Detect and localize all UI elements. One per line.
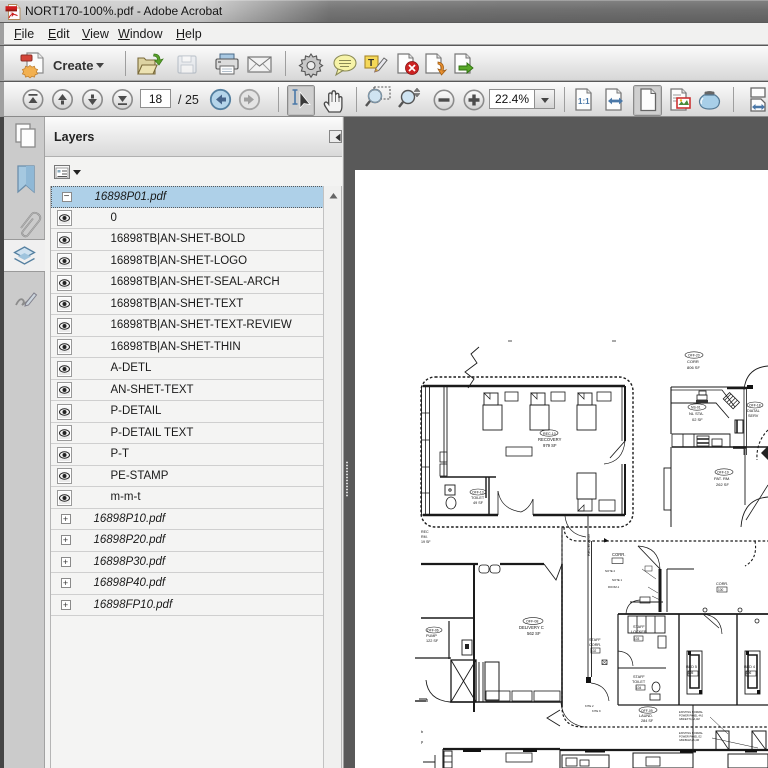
svg-text:BED 4: BED 4 [744, 665, 755, 669]
svg-text:ROOM-1: ROOM-1 [608, 585, 620, 589]
svg-text:POWER PANEL E2: POWER PANEL E2 [679, 735, 702, 739]
svg-text:BED 5: BED 5 [686, 665, 697, 669]
svg-text:104: 104 [636, 686, 642, 690]
svg-text:49 SF: 49 SF [473, 501, 484, 505]
svg-text:STAFF: STAFF [589, 638, 601, 642]
svg-text:100: 100 [718, 588, 724, 592]
svg-text:106: 106 [746, 671, 752, 675]
svg-text:OFF-18: OFF-18 [749, 404, 761, 408]
svg-text:OFF-19: OFF-19 [717, 471, 729, 475]
svg-text:OFF-13: OFF-13 [472, 491, 484, 495]
svg-text:STAFF: STAFF [633, 675, 645, 679]
svg-text:TOILET: TOILET [471, 496, 485, 500]
svg-text:GB2/EXT4,2A,4M: GB2/EXT4,2A,4M [679, 717, 700, 721]
svg-text:OFF-20: OFF-20 [688, 354, 700, 358]
svg-text:OFF-06: OFF-06 [427, 629, 439, 633]
svg-text:PUMP: PUMP [426, 634, 437, 638]
svg-text:STAFF: STAFF [633, 625, 645, 629]
svg-text:562 SF: 562 SF [527, 631, 541, 636]
svg-text:CORR.: CORR. [612, 552, 626, 557]
svg-text:19 SF: 19 SF [421, 540, 431, 544]
svg-text:RECEIVING: RECEIVING [586, 534, 591, 556]
svg-text:POWER PANEL 4A2: POWER PANEL 4A2 [679, 714, 704, 718]
svg-text:LAUND.: LAUND. [639, 714, 653, 718]
svg-text:103: 103 [634, 637, 640, 641]
svg-text:1:1: 1:1 [578, 97, 590, 106]
svg-text:262 SF: 262 SF [716, 482, 729, 487]
svg-text:p: p [421, 739, 424, 744]
svg-text:979 SF: 979 SF [543, 443, 557, 448]
svg-text:SERV: SERV [748, 414, 759, 418]
svg-text:NL STA.: NL STA. [689, 411, 704, 416]
svg-text:105: 105 [688, 671, 694, 675]
svg-text:OFF-09: OFF-09 [641, 709, 653, 713]
svg-text:PAT. RM.: PAT. RM. [714, 476, 730, 481]
svg-text:DELIVERY C: DELIVERY C [519, 625, 544, 630]
svg-text:02 SF: 02 SF [692, 417, 703, 422]
svg-text:RM.: RM. [421, 535, 428, 539]
svg-text:OFF-08: OFF-08 [526, 620, 538, 624]
svg-text:806 SF: 806 SF [687, 365, 700, 370]
svg-text:DIATAL: DIATAL [747, 409, 760, 413]
svg-text:KITE 9: KITE 9 [592, 709, 601, 713]
svg-text:T: T [368, 58, 374, 69]
svg-text:102: 102 [591, 649, 597, 653]
svg-text:TOILET: TOILET [632, 680, 646, 684]
svg-text:b: b [421, 729, 424, 734]
svg-text:REC-10: REC-10 [543, 432, 556, 436]
svg-text:NOTE 1: NOTE 1 [612, 578, 623, 582]
svg-text:122 SF: 122 SF [426, 639, 439, 643]
svg-text:REC: REC [421, 530, 429, 534]
svg-text:CORR.: CORR. [716, 582, 728, 586]
svg-text:EXISTING NORMAL: EXISTING NORMAL [679, 731, 703, 735]
svg-text:EXISTING NORMAL: EXISTING NORMAL [679, 710, 703, 714]
svg-text:284 SF: 284 SF [641, 719, 654, 723]
svg-text:NS-01: NS-01 [691, 406, 701, 410]
svg-text:NOTE 2: NOTE 2 [605, 569, 616, 573]
svg-text:CORR: CORR [687, 359, 699, 364]
svg-text:KITE 2: KITE 2 [585, 704, 594, 708]
svg-text:CORR.: CORR. [589, 643, 601, 647]
svg-text:RECOVERY: RECOVERY [538, 437, 562, 442]
svg-text:GB2/BGM,2A,4M: GB2/BGM,2A,4M [679, 738, 699, 742]
svg-text:LOCKER: LOCKER [631, 630, 647, 634]
